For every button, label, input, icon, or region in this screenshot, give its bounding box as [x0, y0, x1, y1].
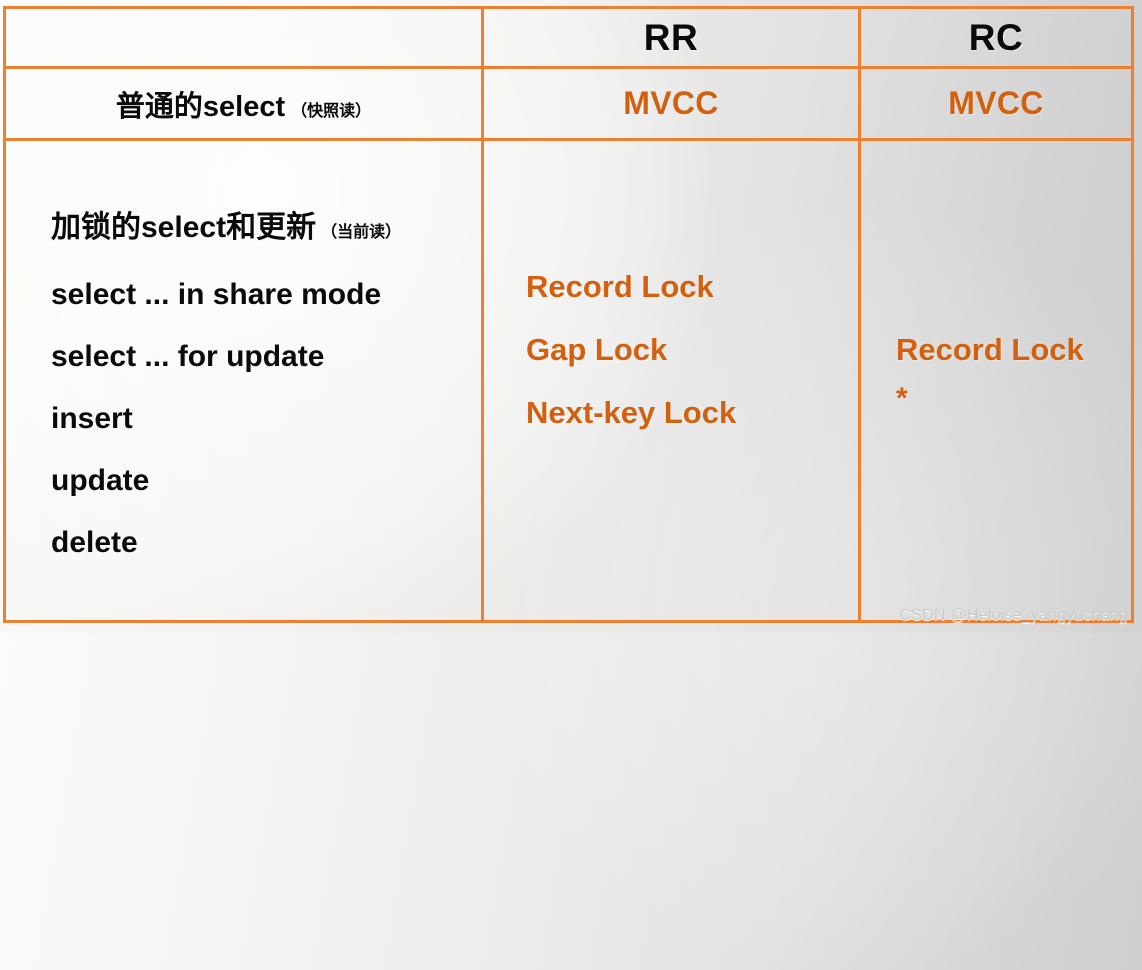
rr-lock-item: Next-key Lock — [526, 395, 737, 430]
cell-plain-select-rc-value: MVCC — [948, 85, 1044, 121]
operation-item: update — [51, 464, 150, 497]
operation-item: delete — [51, 526, 138, 559]
row-locking-select-label-paren: （当前读） — [321, 224, 402, 241]
row-locking-select-label-main: 加锁的select和更新 — [51, 211, 317, 244]
cell-plain-select-rc: MVCC — [861, 69, 1131, 141]
row-plain-select-label-main: 普通的select — [115, 90, 286, 123]
rr-lock-item: Gap Lock — [526, 332, 668, 367]
column-header-rr-label: RR — [643, 16, 699, 58]
cell-locking-select-rc: Record Lock * — [861, 141, 1131, 620]
rr-lock-list: Record Lock Gap Lock Next-key Lock — [526, 255, 736, 444]
row-locking-select-label-cell: 加锁的select和更新 （当前读） select ... in share mo… — [6, 141, 484, 620]
rr-lock-item: Record Lock — [526, 269, 714, 304]
cell-plain-select-rr: MVCC — [484, 69, 861, 141]
operation-item: select ... in share mode — [51, 278, 382, 311]
table-corner-cell — [6, 9, 484, 69]
row-locking-select-label: 加锁的select和更新 （当前读） — [51, 197, 471, 264]
column-header-rc-label: RC — [968, 16, 1024, 58]
rc-lock-item: Record Lock — [896, 332, 1084, 367]
operation-item: select ... for update — [51, 340, 325, 373]
column-header-rr: RR — [484, 9, 861, 69]
row-plain-select-label-paren: （快照读） — [291, 102, 372, 120]
rc-lock-list: Record Lock * — [896, 318, 1084, 417]
operation-item: insert — [51, 402, 133, 435]
row-plain-select-label-cell: 普通的select （快照读） — [6, 69, 484, 141]
lock-comparison-table: RR RC 普通的select （快照读） MVCC MVCC 加锁的selec… — [3, 6, 1134, 623]
cell-plain-select-rr-value: MVCC — [623, 85, 719, 121]
cell-locking-select-rr: Record Lock Gap Lock Next-key Lock — [484, 141, 861, 620]
column-header-rc: RC — [861, 9, 1131, 69]
operations-list: 加锁的select和更新 （当前读） select ... in share mo… — [51, 197, 471, 574]
rc-lock-footnote-marker: * — [896, 382, 908, 415]
row-plain-select-label: 普通的select （快照读） — [116, 83, 371, 125]
